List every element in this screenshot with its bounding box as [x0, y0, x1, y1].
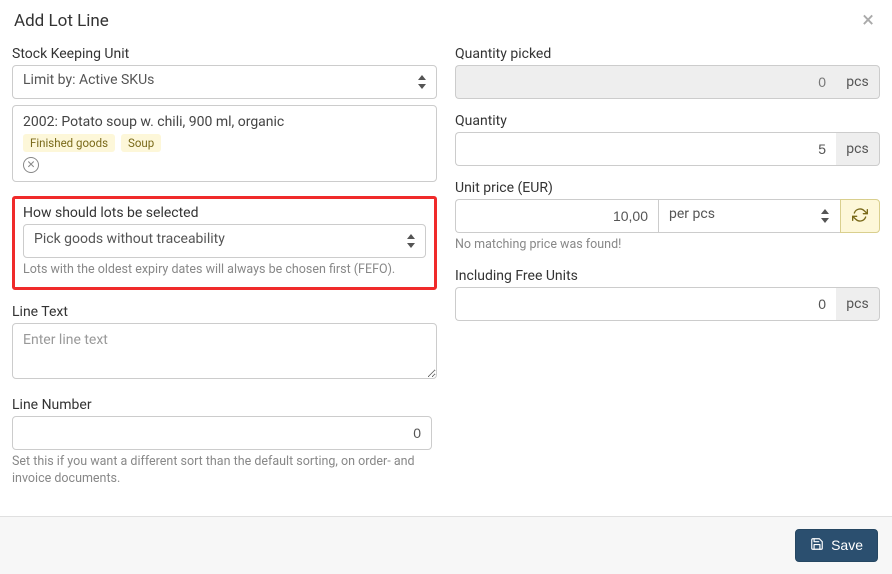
free-units-unit: pcs: [836, 287, 880, 321]
lot-select-help: Lots with the oldest expiry dates will a…: [23, 262, 426, 279]
sku-limit-value: Limit by: Active SKUs: [12, 65, 437, 99]
modal-header: Add Lot Line ×: [0, 0, 892, 38]
sku-label: Stock Keeping Unit: [12, 46, 437, 62]
lot-select-field: How should lots be selected Pick goods w…: [23, 205, 426, 279]
qty-picked-label: Quantity picked: [455, 46, 880, 62]
modal-footer: Save: [0, 516, 892, 574]
lot-select-label: How should lots be selected: [23, 205, 426, 221]
lot-select-value: Pick goods without traceability: [23, 224, 426, 258]
save-button[interactable]: Save: [795, 529, 878, 562]
line-text-field: Line Text: [12, 304, 437, 383]
unit-price-label: Unit price (EUR): [455, 180, 880, 196]
refresh-price-button[interactable]: [840, 199, 880, 233]
left-column: Stock Keeping Unit Limit by: Active SKUs…: [12, 46, 437, 502]
unit-price-per-value: per pcs: [658, 199, 840, 233]
sku-tags: Finished goods Soup: [23, 134, 426, 152]
close-icon[interactable]: ×: [858, 10, 878, 32]
line-number-label: Line Number: [12, 397, 432, 413]
unit-price-input[interactable]: [455, 199, 658, 233]
sku-tag: Soup: [121, 134, 161, 152]
qty-picked-input: [455, 65, 836, 99]
right-column: Quantity picked pcs Quantity pcs Unit pr…: [455, 46, 880, 502]
free-units-label: Including Free Units: [455, 268, 880, 284]
qty-input[interactable]: [455, 132, 836, 166]
sku-card: 2002: Potato soup w. chili, 900 ml, orga…: [12, 105, 437, 182]
lot-select-highlight: How should lots be selected Pick goods w…: [12, 196, 437, 290]
line-number-input[interactable]: [12, 416, 432, 450]
line-number-help: Set this if you want a different sort th…: [12, 454, 432, 488]
unit-price-field: Unit price (EUR) per pcs: [455, 180, 880, 254]
sku-tag: Finished goods: [23, 134, 115, 152]
modal-body: Stock Keeping Unit Limit by: Active SKUs…: [0, 38, 892, 516]
qty-field: Quantity pcs: [455, 113, 880, 166]
add-lot-line-modal: Add Lot Line × Stock Keeping Unit Limit …: [0, 0, 892, 574]
sku-limit-select[interactable]: Limit by: Active SKUs: [12, 65, 437, 99]
lot-select[interactable]: Pick goods without traceability: [23, 224, 426, 258]
sku-remove-icon[interactable]: ✕: [23, 157, 39, 173]
qty-picked-field: Quantity picked pcs: [455, 46, 880, 99]
refresh-icon: [852, 207, 868, 226]
line-number-field: Line Number Set this if you want a diffe…: [12, 397, 432, 488]
sku-item-name: 2002: Potato soup w. chili, 900 ml, orga…: [23, 114, 426, 130]
line-text-input[interactable]: [12, 323, 437, 379]
line-text-label: Line Text: [12, 304, 437, 320]
unit-price-per-select[interactable]: per pcs: [658, 199, 840, 233]
save-button-label: Save: [831, 537, 863, 553]
sku-field: Stock Keeping Unit Limit by: Active SKUs…: [12, 46, 437, 182]
qty-label: Quantity: [455, 113, 880, 129]
modal-title: Add Lot Line: [14, 11, 109, 31]
unit-price-help: No matching price was found!: [455, 237, 880, 254]
qty-picked-unit: pcs: [836, 65, 880, 99]
save-icon: [810, 537, 824, 554]
qty-unit: pcs: [836, 132, 880, 166]
free-units-field: Including Free Units pcs: [455, 268, 880, 321]
free-units-input[interactable]: [455, 287, 836, 321]
